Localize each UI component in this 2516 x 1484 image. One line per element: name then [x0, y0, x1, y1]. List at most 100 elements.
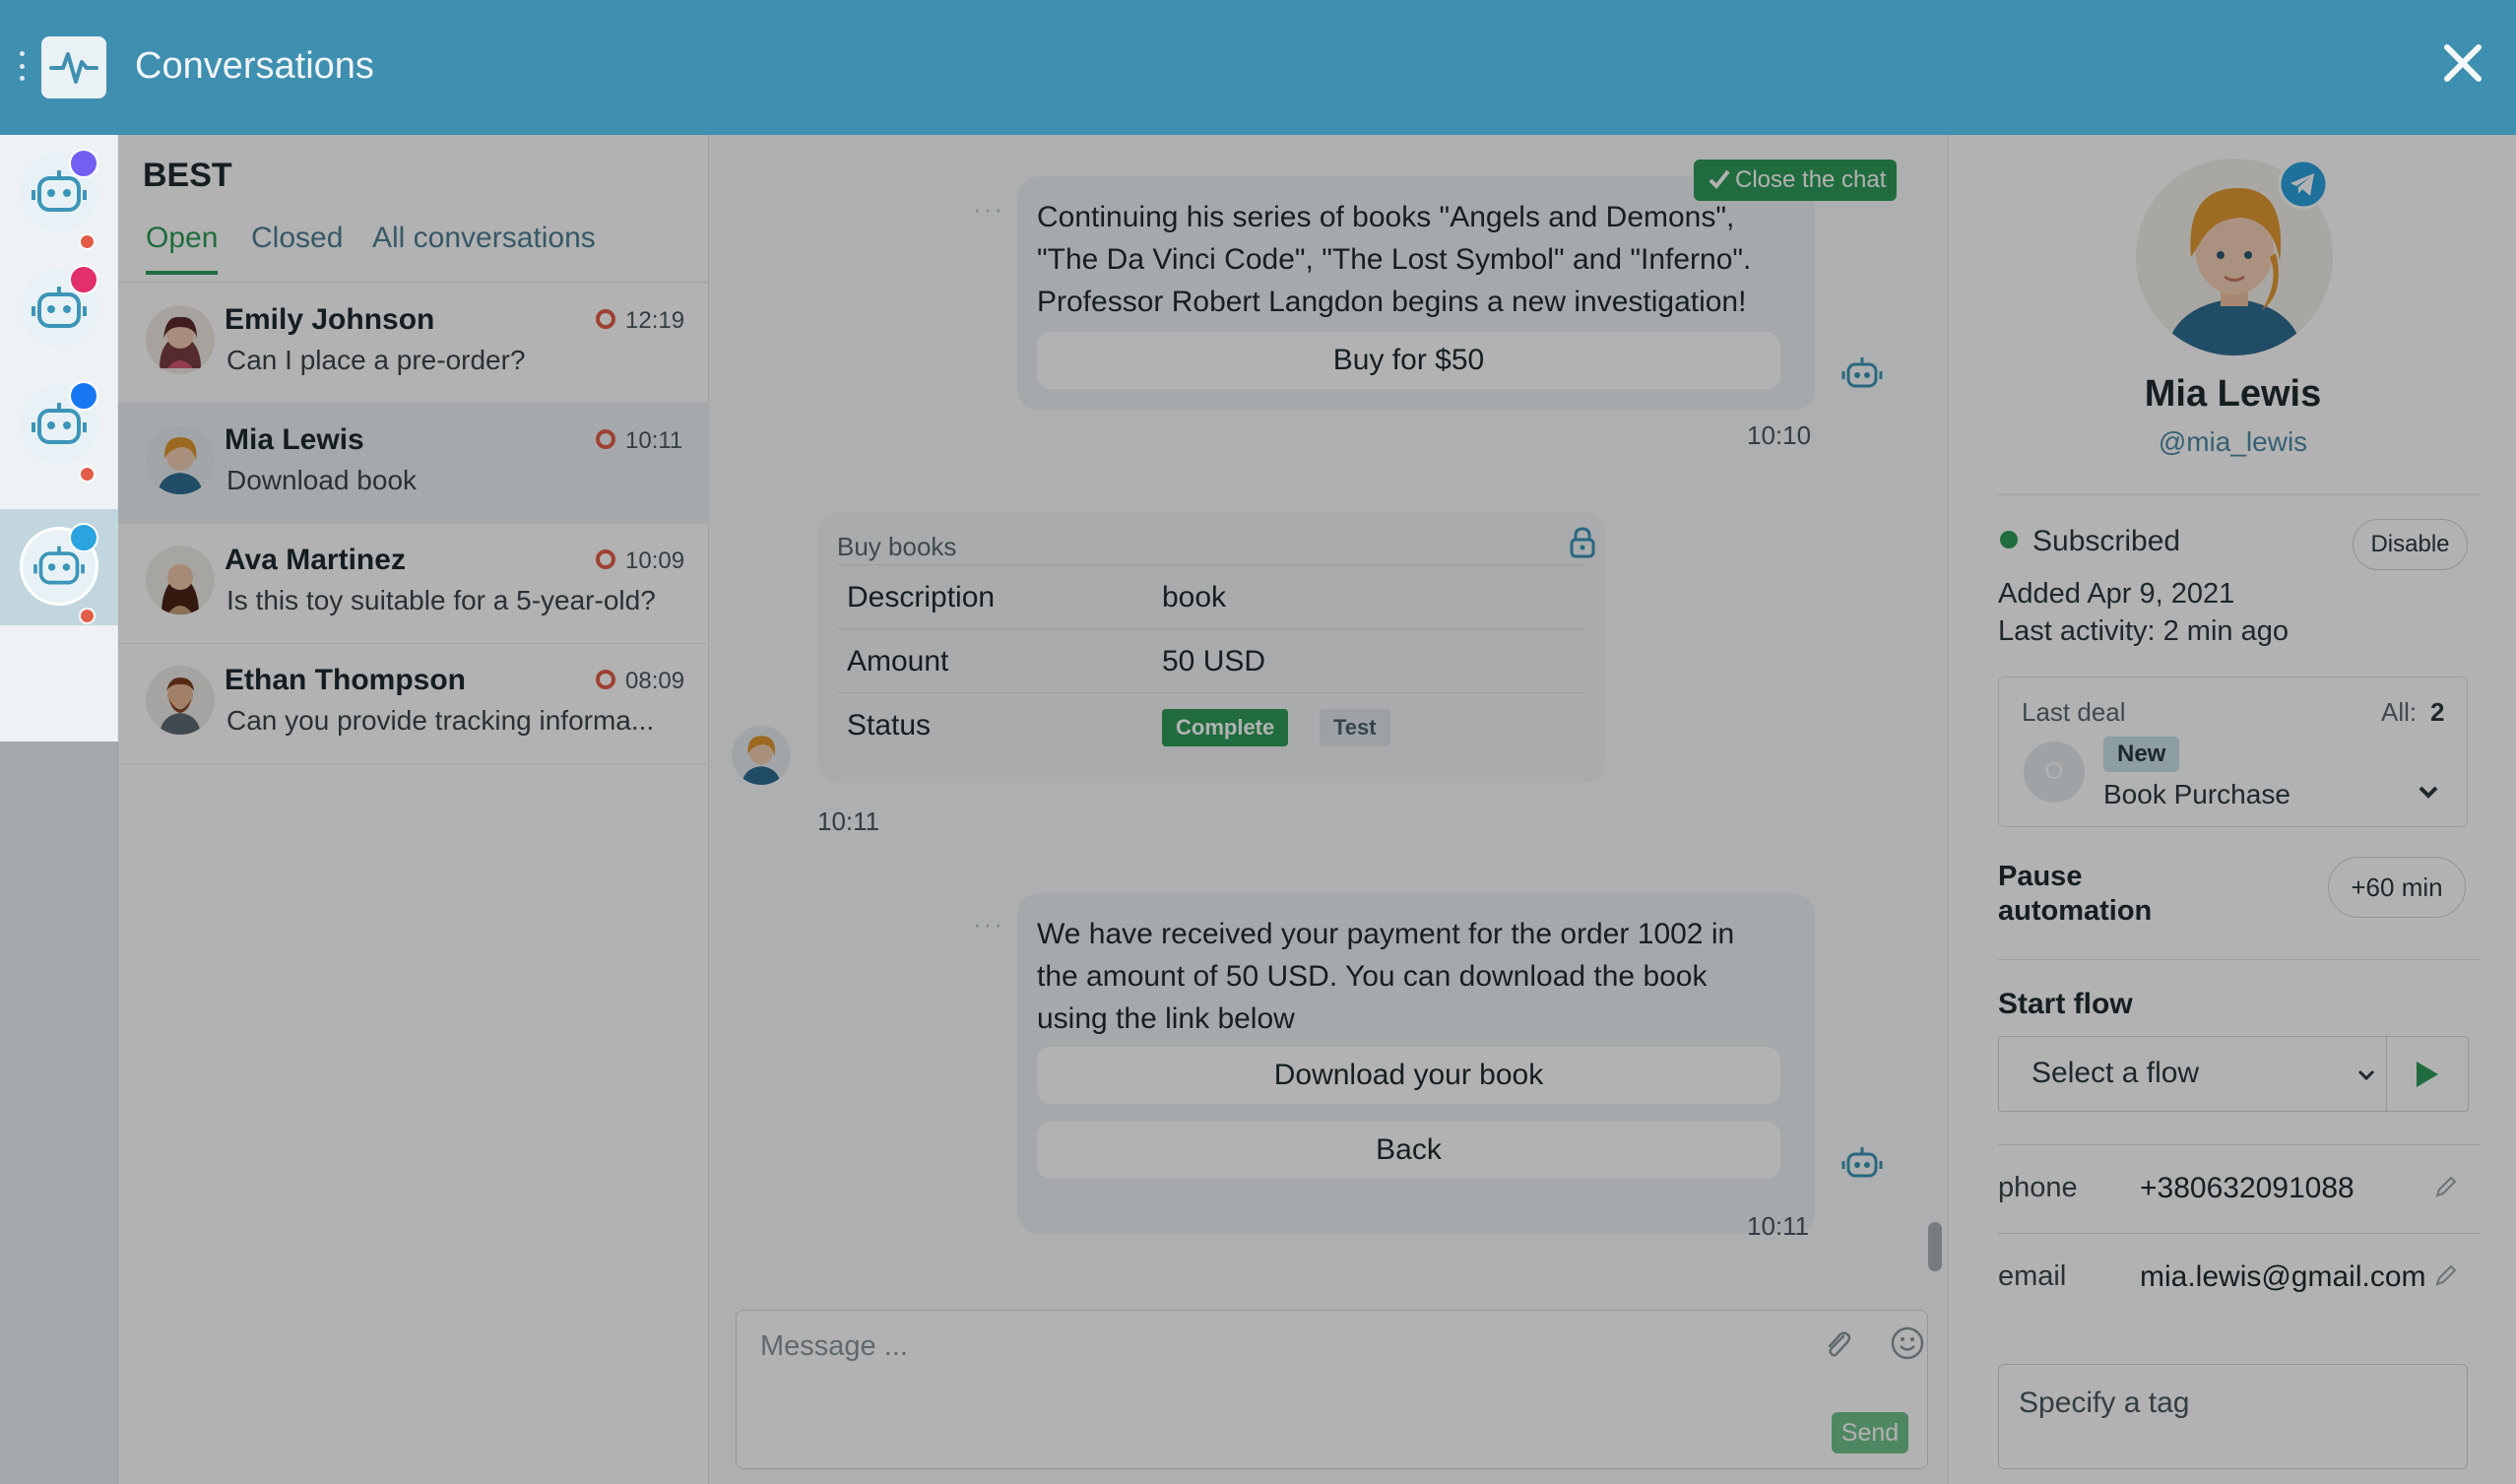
- deal-title: Book Purchase: [2103, 779, 2290, 809]
- contact-name: Ava Martinez: [225, 544, 406, 576]
- phone-label: phone: [1998, 1172, 2078, 1203]
- conversation-item[interactable]: Ethan Thompson Can you provide tracking …: [118, 644, 709, 764]
- avatar: [146, 546, 215, 614]
- last-deal-card[interactable]: Last deal All: 2 O New Book Purchase: [1998, 677, 2468, 827]
- tag-placeholder: Specify a tag: [2019, 1387, 2190, 1419]
- subscribed-dot-icon: [2000, 531, 2018, 548]
- last-activity: Last activity: 2 min ago: [1998, 615, 2289, 647]
- conversation-time: 10:11: [625, 427, 683, 454]
- telegram-icon: [2278, 159, 2329, 210]
- conversation-item[interactable]: Emily Johnson Can I place a pre-order? 1…: [118, 284, 709, 404]
- messenger-icon: [69, 381, 98, 411]
- tab-open[interactable]: Open: [146, 222, 219, 275]
- viber-icon: [69, 149, 98, 178]
- message-time: 10:10: [1747, 420, 1812, 450]
- download-book-button[interactable]: Download your book: [1037, 1047, 1780, 1104]
- tab-all-conversations[interactable]: All conversations: [372, 222, 596, 255]
- deals-all-count: 2: [2430, 697, 2445, 727]
- conversation-time: 08:09: [625, 668, 685, 694]
- attachment-icon[interactable]: [1820, 1326, 1855, 1362]
- pause-60-min-button[interactable]: +60 min: [2328, 857, 2466, 918]
- deal-avatar: O: [2024, 742, 2085, 803]
- bot-icon: [1841, 357, 1883, 388]
- bot-icon: [1841, 1147, 1883, 1178]
- channel-instagram[interactable]: [0, 251, 118, 367]
- channel-messenger[interactable]: [0, 367, 118, 484]
- contact-name: Mia Lewis: [225, 423, 364, 456]
- chevron-down-icon[interactable]: [2416, 779, 2441, 805]
- conversation-item[interactable]: Ava Martinez Is this toy suitable for a …: [118, 524, 709, 644]
- unread-dot: [79, 233, 96, 250]
- avatar: [146, 305, 215, 374]
- edit-pencil-icon[interactable]: [2433, 1174, 2459, 1199]
- message-line: the amount of 50 USD. You can download t…: [1037, 960, 1708, 993]
- start-flow-label: Start flow: [1998, 988, 2133, 1020]
- status-ring-icon: [596, 309, 615, 329]
- pause-automation-label-2: automation: [1998, 895, 2153, 927]
- status-tabs: Open Closed All conversations: [118, 222, 709, 283]
- deals-all-label: All:: [2381, 697, 2418, 727]
- email-label: email: [1998, 1260, 2067, 1292]
- message-composer[interactable]: Message ... Send: [736, 1310, 1928, 1469]
- group-title: BEST: [143, 157, 232, 194]
- divider: [1998, 1144, 2481, 1145]
- message-preview: Can you provide tracking informa...: [226, 705, 655, 736]
- emoji-icon[interactable]: [1889, 1324, 1926, 1362]
- phone-value[interactable]: +380632091088: [2140, 1172, 2355, 1205]
- pause-automation-label: Pause: [1998, 861, 2083, 892]
- message-menu-icon[interactable]: ···: [973, 909, 1004, 939]
- conversation-time: 10:09: [625, 548, 685, 574]
- chat-panel: ··· Continuing his series of books "Ange…: [709, 135, 1948, 1484]
- contact-profile: Mia Lewis @mia_lewis Subscribed Disable …: [1948, 135, 2516, 1484]
- message-line: We have received your payment for the or…: [1037, 918, 1735, 950]
- close-chat-button[interactable]: Close the chat: [1694, 160, 1897, 201]
- email-value[interactable]: mia.lewis@gmail.com: [2140, 1260, 2426, 1294]
- divider: [1998, 959, 2481, 960]
- message-time: 10:11: [817, 807, 880, 836]
- tag-input[interactable]: Specify a tag: [1998, 1364, 2468, 1469]
- message-input[interactable]: Message ...: [760, 1330, 908, 1363]
- back-button[interactable]: Back: [1037, 1122, 1780, 1179]
- unread-dot: [79, 608, 96, 624]
- page-title: Conversations: [135, 45, 374, 87]
- message-line: Continuing his series of books "Angels a…: [1037, 201, 1735, 233]
- payment-card: Buy books Description book Amount 50 USD…: [817, 512, 1605, 783]
- tab-closed[interactable]: Closed: [251, 222, 343, 255]
- flow-select[interactable]: Select a flow: [1998, 1036, 2387, 1112]
- status-ring-icon: [596, 549, 615, 569]
- message-menu-icon[interactable]: ···: [973, 194, 1004, 225]
- message-text: Continuing his series of books "Angels a…: [1037, 196, 1751, 323]
- send-button[interactable]: Send: [1832, 1412, 1908, 1453]
- message-line: Professor Robert Langdon begins a new in…: [1037, 286, 1747, 318]
- divider: [1998, 494, 2481, 495]
- edit-pencil-icon[interactable]: [2433, 1262, 2459, 1288]
- conversation-list: BEST Open Closed All conversations Emily…: [118, 135, 709, 1484]
- conversation-item[interactable]: Mia Lewis Download book 10:11: [118, 404, 709, 524]
- buy-button[interactable]: Buy for $50: [1037, 332, 1780, 389]
- check-icon: [1709, 169, 1730, 189]
- contact-name: Emily Johnson: [225, 303, 435, 336]
- avatar: [146, 425, 215, 494]
- test-badge: Test: [1320, 709, 1390, 746]
- message-preview: Is this toy suitable for a 5-year-old?: [226, 585, 656, 615]
- start-flow-button[interactable]: [2387, 1036, 2469, 1112]
- contact-name: Ethan Thompson: [225, 664, 466, 696]
- divider: [1998, 1233, 2481, 1234]
- channel-telegram[interactable]: [0, 509, 118, 625]
- message-time: 10:11: [1747, 1211, 1810, 1241]
- channel-rail: [0, 135, 118, 1484]
- disable-button[interactable]: Disable: [2353, 519, 2468, 570]
- card-row: Status Complete Test: [837, 692, 1585, 756]
- message-preview: Download book: [226, 465, 418, 495]
- close-icon[interactable]: [2439, 39, 2486, 87]
- chat-scrollbar[interactable]: [1928, 1222, 1942, 1271]
- bot-message: Continuing his series of books "Angels a…: [1017, 176, 1815, 411]
- message-line: using the link below: [1037, 1002, 1295, 1035]
- menu-kebab-icon[interactable]: [18, 51, 26, 81]
- conversation-time: 12:19: [625, 307, 685, 334]
- profile-handle[interactable]: @mia_lewis: [1949, 426, 2516, 458]
- lock-icon: [1570, 527, 1595, 558]
- channel-viber[interactable]: [0, 135, 118, 251]
- flow-select-value: Select a flow: [2032, 1057, 2200, 1089]
- card-row: Amount 50 USD: [837, 628, 1585, 692]
